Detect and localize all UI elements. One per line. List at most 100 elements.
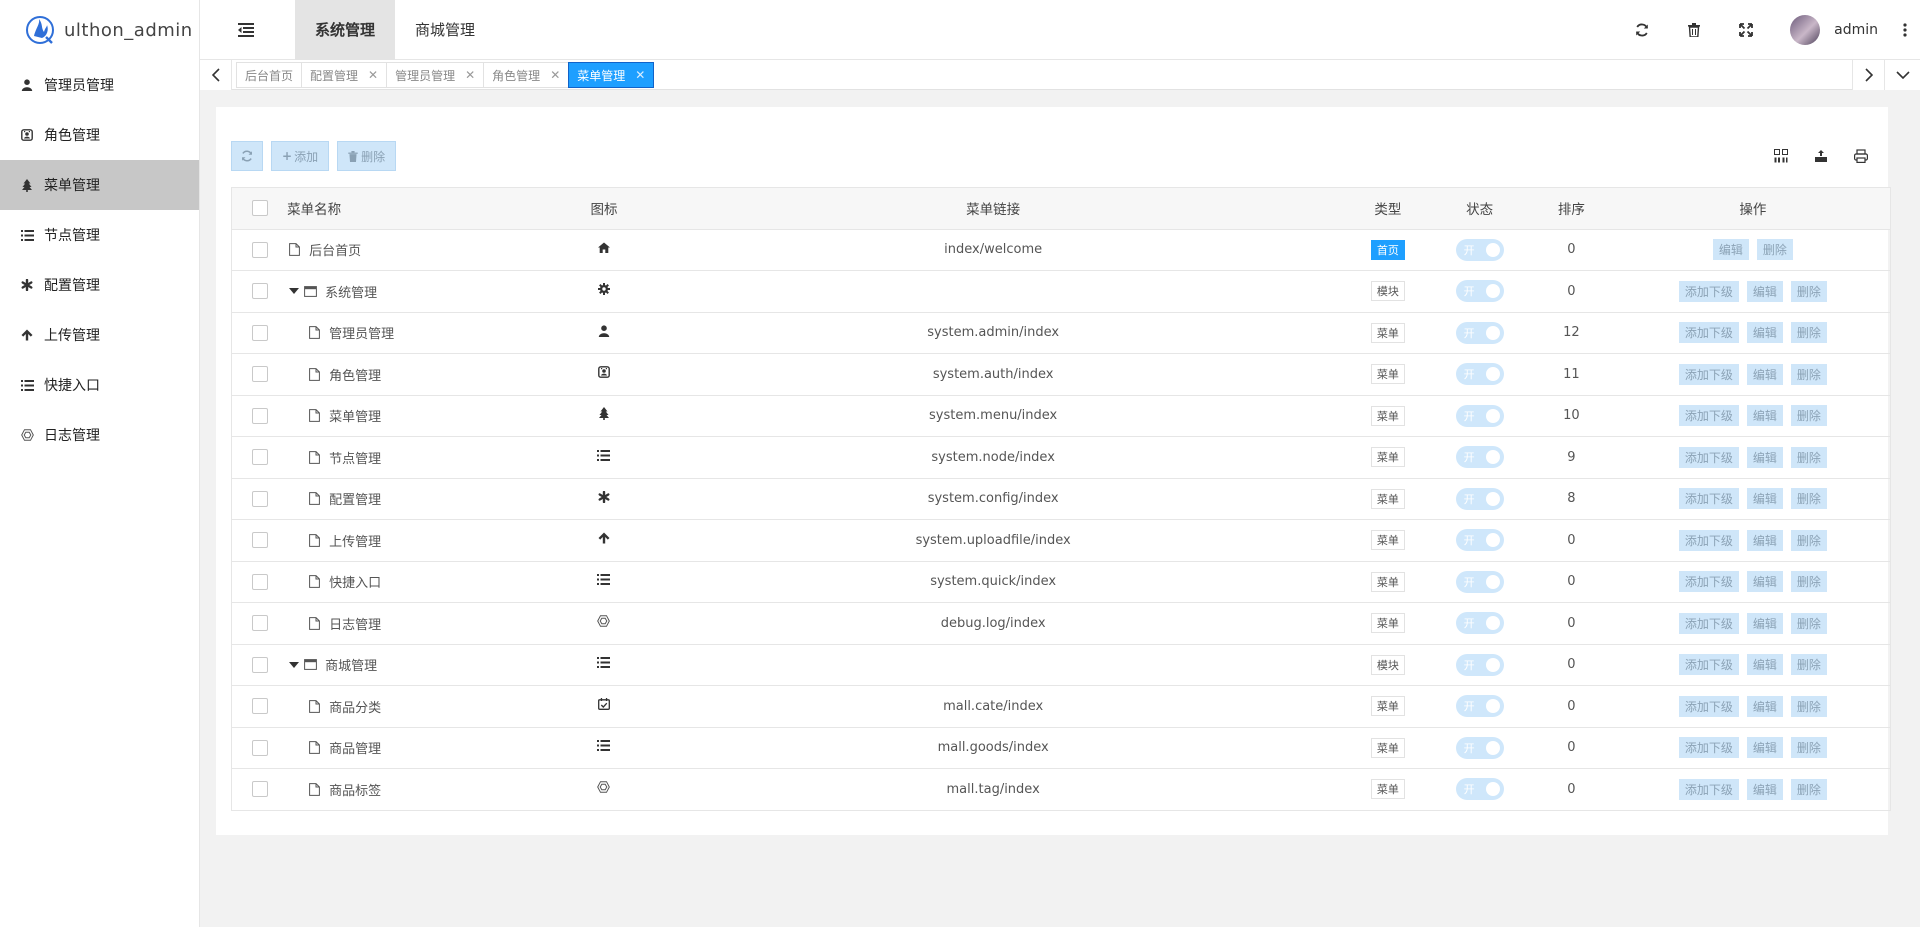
status-switch[interactable]: 开 [1455,695,1504,718]
select-all-checkbox[interactable] [251,200,268,217]
row-delete-button[interactable]: 删除 [1790,405,1827,427]
sidebar-item-0[interactable]: 管理员管理 [0,60,199,110]
add-child-button[interactable]: 添加下级 [1678,654,1739,676]
export-button[interactable] [1806,141,1836,171]
edit-button[interactable]: 编辑 [1746,322,1783,344]
fullscreen-button[interactable] [1720,0,1772,60]
tab-scroll-right-button[interactable] [1852,60,1884,90]
add-child-button[interactable]: 添加下级 [1678,363,1739,385]
add-child-button[interactable]: 添加下级 [1678,529,1739,551]
tab-0[interactable]: 后台首页 [236,62,302,88]
tab-2[interactable]: 管理员管理 ✕ [386,62,484,88]
row-checkbox[interactable] [251,283,268,300]
sidebar-item-6[interactable]: 快捷入口 [0,360,199,410]
row-delete-button[interactable]: 删除 [1790,280,1827,302]
edit-button[interactable]: 编辑 [1712,239,1749,261]
add-child-button[interactable]: 添加下级 [1678,405,1739,427]
close-icon[interactable]: ✕ [368,68,378,82]
edit-button[interactable]: 编辑 [1746,695,1783,717]
columns-button[interactable] [1766,141,1796,171]
print-button[interactable] [1846,141,1876,171]
add-child-button[interactable]: 添加下级 [1678,612,1739,634]
edit-button[interactable]: 编辑 [1746,778,1783,800]
edit-button[interactable]: 编辑 [1746,654,1783,676]
edit-button[interactable]: 编辑 [1746,529,1783,551]
caret-down-icon[interactable] [287,658,301,672]
row-delete-button[interactable]: 删除 [1790,778,1827,800]
edit-button[interactable]: 编辑 [1746,280,1783,302]
edit-button[interactable]: 编辑 [1746,488,1783,510]
row-delete-button[interactable]: 删除 [1790,654,1827,676]
row-checkbox[interactable] [251,781,268,798]
status-switch[interactable]: 开 [1455,529,1504,552]
status-switch[interactable]: 开 [1455,321,1504,344]
row-delete-button[interactable]: 删除 [1790,488,1827,510]
row-checkbox[interactable] [251,366,268,383]
row-checkbox[interactable] [251,698,268,715]
row-delete-button[interactable]: 删除 [1790,529,1827,551]
edit-button[interactable]: 编辑 [1746,363,1783,385]
status-switch[interactable]: 开 [1455,612,1504,635]
row-delete-button[interactable]: 删除 [1790,322,1827,344]
status-switch[interactable]: 开 [1455,653,1504,676]
add-child-button[interactable]: 添加下级 [1678,571,1739,593]
status-switch[interactable]: 开 [1455,487,1504,510]
status-switch[interactable]: 开 [1455,363,1504,386]
caret-down-icon[interactable] [287,284,301,298]
sidebar-item-1[interactable]: 角色管理 [0,110,199,160]
tab-scroll-left-button[interactable] [200,60,232,90]
edit-button[interactable]: 编辑 [1746,612,1783,634]
top-nav-mall[interactable]: 商城管理 [395,0,495,60]
add-child-button[interactable]: 添加下级 [1678,737,1739,759]
row-delete-button[interactable]: 删除 [1790,363,1827,385]
row-delete-button[interactable]: 删除 [1790,737,1827,759]
row-checkbox[interactable] [251,324,268,341]
row-checkbox[interactable] [251,573,268,590]
edit-button[interactable]: 编辑 [1746,737,1783,759]
row-checkbox[interactable] [251,407,268,424]
add-child-button[interactable]: 添加下级 [1678,488,1739,510]
row-delete-button[interactable]: 删除 [1790,446,1827,468]
status-switch[interactable]: 开 [1455,404,1504,427]
add-child-button[interactable]: 添加下级 [1678,322,1739,344]
refresh-button[interactable] [1616,0,1668,60]
add-child-button[interactable]: 添加下级 [1678,695,1739,717]
sidebar-item-3[interactable]: 节点管理 [0,210,199,260]
delete-button[interactable]: 删除 [337,141,397,171]
row-checkbox[interactable] [251,656,268,673]
row-checkbox[interactable] [251,490,268,507]
status-switch[interactable]: 开 [1455,238,1504,261]
row-checkbox[interactable] [251,241,268,258]
more-button[interactable] [1890,0,1920,60]
row-checkbox[interactable] [251,532,268,549]
sidebar-item-4[interactable]: 配置管理 [0,260,199,310]
status-switch[interactable]: 开 [1455,570,1504,593]
row-checkbox[interactable] [251,449,268,466]
row-delete-button[interactable]: 删除 [1790,695,1827,717]
close-icon[interactable]: ✕ [635,68,645,82]
top-nav-system[interactable]: 系统管理 [295,0,396,60]
edit-button[interactable]: 编辑 [1746,571,1783,593]
close-icon[interactable]: ✕ [465,68,475,82]
row-checkbox[interactable] [251,739,268,756]
add-child-button[interactable]: 添加下级 [1678,778,1739,800]
close-icon[interactable]: ✕ [550,68,560,82]
row-delete-button[interactable]: 删除 [1790,612,1827,634]
add-child-button[interactable]: 添加下级 [1678,446,1739,468]
add-child-button[interactable]: 添加下级 [1678,280,1739,302]
clear-cache-button[interactable] [1668,0,1720,60]
logo[interactable]: ulthon_admin [0,0,200,60]
sidebar-item-7[interactable]: 日志管理 [0,410,199,460]
status-switch[interactable]: 开 [1455,778,1504,801]
menu-toggle-button[interactable] [232,16,260,44]
tab-4[interactable]: 菜单管理 ✕ [568,62,655,88]
add-button[interactable]: + 添加 [271,141,330,171]
status-switch[interactable]: 开 [1455,446,1504,469]
tab-1[interactable]: 配置管理 ✕ [301,62,387,88]
sidebar-item-5[interactable]: 上传管理 [0,310,199,360]
refresh-table-button[interactable] [231,141,263,171]
sidebar-item-2[interactable]: 菜单管理 [0,160,199,210]
row-delete-button[interactable]: 删除 [1756,239,1793,261]
row-delete-button[interactable]: 删除 [1790,571,1827,593]
status-switch[interactable]: 开 [1455,736,1504,759]
